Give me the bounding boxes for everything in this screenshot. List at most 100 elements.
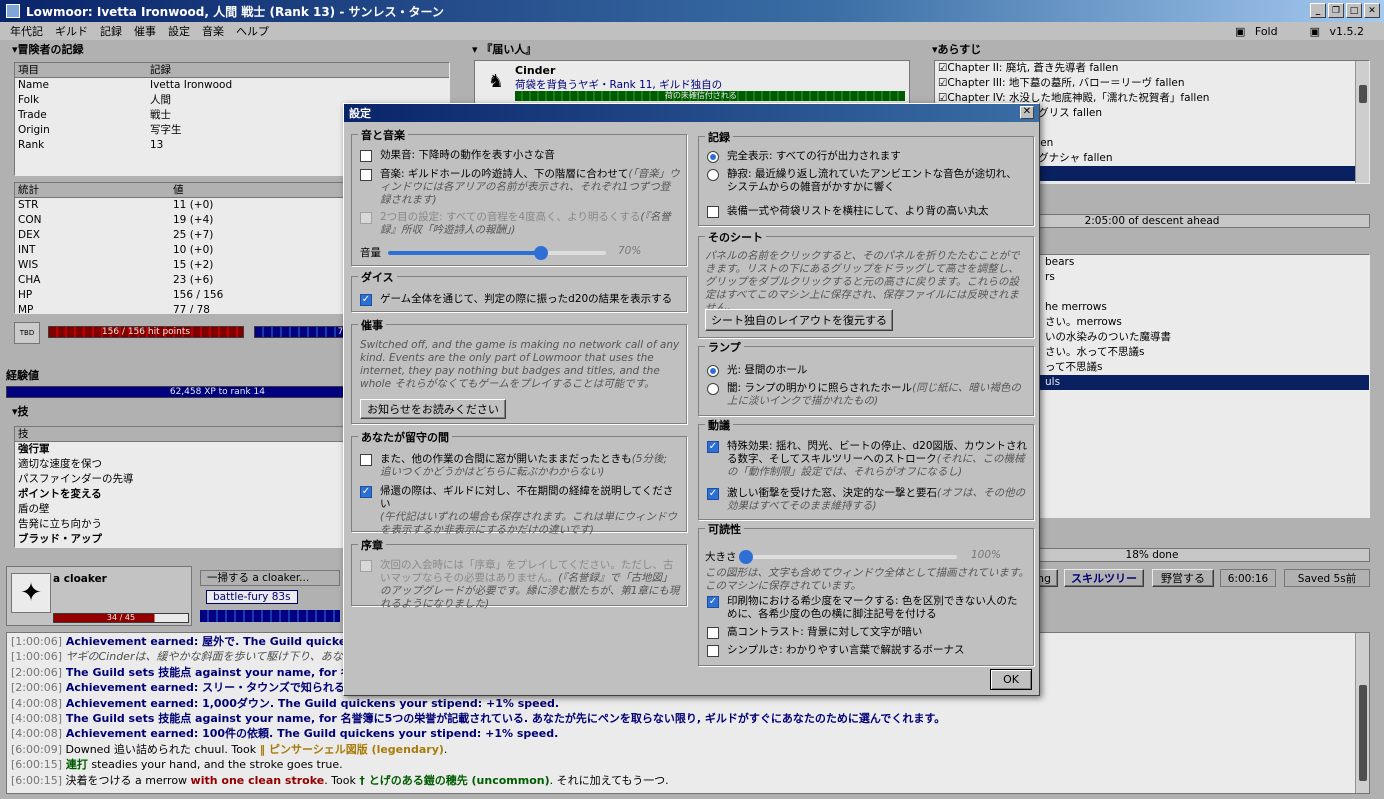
contrast-label: 高コントラスト: 背景に対して文字が暗い xyxy=(727,626,923,638)
absence-label-1: また、他の作業の合間に窓が開いたままだったときも xyxy=(380,453,632,465)
restore-layout-button[interactable]: シート独自のレイアウトを復元する xyxy=(705,309,893,331)
motion-group: 動議 ✓ 特殊効果: 揺れ、閃光、ビートの停止、d20図版、カウントされる数字、そ… xyxy=(698,417,1034,520)
size-slider[interactable] xyxy=(739,550,957,564)
ok-button[interactable]: OK xyxy=(990,669,1032,690)
lamp-dark-option[interactable]: 闇: ランプの明かりに照らされたホール(同じ紙に、暗い褐色の上に淡いインクで描か… xyxy=(707,382,1027,408)
absence-note-2: (午代記はいずれの場合も保存されます。これは単にウィンドウを表示するか非表示にす… xyxy=(380,511,678,536)
version-label: ▣ v1.5.2 xyxy=(1309,24,1365,38)
record-layout-checkbox[interactable] xyxy=(707,206,719,218)
sheet-group-title: そのシート xyxy=(705,229,766,245)
motion-shake-checkbox[interactable]: ✓ xyxy=(707,488,719,500)
music-label: 音楽: ギルドホールの吟遊詩人、下の階層に合わせて xyxy=(380,168,629,180)
motion-fx-checkbox[interactable]: ✓ xyxy=(707,441,719,453)
sfx-checkbox[interactable] xyxy=(360,150,372,162)
close-icon[interactable]: ✕ xyxy=(1364,3,1380,18)
size-value: 100% xyxy=(971,549,1002,561)
app-icon xyxy=(6,4,20,18)
menu-events[interactable]: 催事 xyxy=(134,23,156,39)
sfx-option[interactable]: 効果音: 下降時の動作を表す小さな音 xyxy=(360,149,680,162)
fold-label: Fold xyxy=(1254,24,1278,38)
absence-label-2: 帰還の際は、ギルドに対し、不在期間の経緯を説明してください xyxy=(380,485,674,510)
lamp-light-radio[interactable] xyxy=(707,365,719,377)
lamp-light-label: 光: 昼間のホール xyxy=(727,364,808,376)
music-option[interactable]: 音楽: ギルドホールの吟遊詩人、下の階層に合わせて(「音楽」ウィンドウには各アリ… xyxy=(360,168,680,207)
lamp-light-option[interactable]: 光: 昼間のホール xyxy=(707,364,1027,377)
lamp-dark-label: 闇: ランプの明かりに照らされたホール xyxy=(727,382,913,394)
menu-music[interactable]: 音楽 xyxy=(202,23,224,39)
motion-shake-label: 激しい衝撃を受けた窓、決定的な一撃と要石 xyxy=(727,487,937,499)
motion-group-title: 動議 xyxy=(705,417,733,433)
record-quiet-label: 静寂: 最近繰り返し流れていたアンビエントな音色が途切れ、システムからの雑音がか… xyxy=(727,168,1017,193)
prologue-checkbox xyxy=(360,560,372,572)
dice-group-title: ダイス xyxy=(358,269,397,285)
menu-record[interactable]: 記録 xyxy=(100,23,122,39)
fold-button[interactable]: ▣ Fold xyxy=(1235,25,1284,38)
menu-settings[interactable]: 設定 xyxy=(168,23,190,39)
lamp-dark-radio[interactable] xyxy=(707,383,719,395)
sound-group: 音と音楽 効果音: 下降時の動作を表す小さな音 音楽: ギルドホールの吟遊詩人、… xyxy=(351,127,687,266)
events-text: Switched off, and the game is making no … xyxy=(360,339,680,390)
absence-group-title: あなたが留守の間 xyxy=(358,429,452,445)
title-bar: Lowmoor: Ivetta Ironwood, 人間 戦士 (Rank 13… xyxy=(0,0,1384,22)
record-layout-option[interactable]: 装備一式や荷袋リストを横柱にして、より背の高い丸太 xyxy=(707,205,1027,218)
dice-option[interactable]: ✓ ゲーム全体を通じて、判定の際に振ったd20の結果を表示する xyxy=(360,293,680,306)
dialog-titlebar: 設定 ✕ xyxy=(344,104,1039,122)
size-note: この図形は、文字も含めてウィンドウ全体として描画されています。このマシンに保存さ… xyxy=(705,567,1029,592)
window-title: Lowmoor: Ivetta Ironwood, 人間 戦士 (Rank 13… xyxy=(26,4,444,19)
absence-checkbox-1[interactable] xyxy=(360,454,372,466)
dice-group: ダイス ✓ ゲーム全体を通じて、判定の際に振ったd20の結果を表示する xyxy=(351,269,687,312)
rarity-option[interactable]: ✓ 印刷物における希少度をマークする: 色を区別できない人のために、各希少度の色の… xyxy=(707,595,1027,621)
maximize-icon[interactable]: □ xyxy=(1346,3,1362,18)
simple-label: シンプルさ: わかりやすい言葉で解説するボーナス xyxy=(727,644,965,656)
restore-icon[interactable]: ❐ xyxy=(1328,3,1344,18)
second-label: 2つ目の設定: すべての音程を4度高く、より明るくする xyxy=(380,211,641,223)
rarity-label: 印刷物における希少度をマークする: 色を区別できない人のために、各希少度の色の横… xyxy=(727,595,1018,620)
rarity-checkbox[interactable]: ✓ xyxy=(707,596,719,608)
dialog-title: 設定 xyxy=(349,107,371,120)
absence-option-1[interactable]: また、他の作業の合間に窓が開いたままだったときも(5分後; 追いつくかどうかはど… xyxy=(360,453,680,479)
volume-slider[interactable] xyxy=(388,246,606,260)
music-checkbox[interactable] xyxy=(360,169,372,181)
motion-fx-option[interactable]: ✓ 特殊効果: 揺れ、閃光、ビートの停止、d20図版、カウントされる数字、そしてス… xyxy=(707,440,1027,479)
absence-group: あなたが留守の間 また、他の作業の合間に窓が開いたままだったときも(5分後; 追… xyxy=(351,429,687,536)
readability-group: 可読性 大きさ 100% この図形は、文字も含めてウィンドウ全体として描画されて… xyxy=(698,521,1034,666)
record-full-radio[interactable] xyxy=(707,151,719,163)
sfx-label: 効果音: 下降時の動作を表す小さな音 xyxy=(380,149,555,161)
volume-label: 音量 xyxy=(360,247,381,259)
record-quiet-option[interactable]: 静寂: 最近繰り返し流れていたアンビエントな音色が途切れ、システムからの雑音がか… xyxy=(707,168,1027,194)
events-group-title: 催事 xyxy=(358,317,386,333)
sound-group-title: 音と音楽 xyxy=(358,127,408,143)
absence-checkbox-2[interactable]: ✓ xyxy=(360,486,372,498)
read-notices-button[interactable]: お知らせをお読みください xyxy=(360,399,506,419)
second-option: 2つ目の設定: すべての音程を4度高く、より明るくする(『名誉録』所収「吟遊詩人… xyxy=(360,211,680,237)
simple-checkbox[interactable] xyxy=(707,645,719,657)
size-label: 大きさ xyxy=(705,551,737,563)
contrast-option[interactable]: 高コントラスト: 背景に対して文字が暗い xyxy=(707,626,1027,639)
absence-option-2[interactable]: ✓ 帰還の際は、ギルドに対し、不在期間の経緯を説明してください (午代記はいずれの場… xyxy=(360,485,680,537)
lamp-group: ランプ 光: 昼間のホール 闇: ランプの明かりに照らされたホール(同じ紙に、暗… xyxy=(698,339,1034,416)
record-quiet-radio[interactable] xyxy=(707,169,719,181)
record-full-option[interactable]: 完全表示: すべての行が出力されます xyxy=(707,150,1027,163)
menu-bar: 年代記 ギルド 記録 催事 設定 音楽 ヘルプ ▣ Fold ▣ v1.5.2 xyxy=(0,22,1384,40)
prologue-option: 次回の入会時には「序章」をプレイしてください。ただし、古いマップならその必要はあ… xyxy=(360,559,680,611)
dialog-close-icon[interactable]: ✕ xyxy=(1020,106,1034,119)
menu-guild[interactable]: ギルド xyxy=(55,23,88,39)
prologue-group: 序章 次回の入会時には「序章」をプレイしてください。ただし、古いマップならその必… xyxy=(351,537,687,610)
dice-label: ゲーム全体を通じて、判定の際に振ったd20の結果を表示する xyxy=(380,293,673,305)
sheet-group: そのシート パネルの名前をクリックすると、そのパネルを折りたたむことができます。… xyxy=(698,229,1034,338)
record-group: 記録 完全表示: すべての行が出力されます 静寂: 最近繰り返し流れていたアンビ… xyxy=(698,129,1034,226)
record-full-label: 完全表示: すべての行が出力されます xyxy=(727,150,901,162)
record-group-title: 記録 xyxy=(705,129,733,145)
contrast-checkbox[interactable] xyxy=(707,627,719,639)
simple-option[interactable]: シンプルさ: わかりやすい言葉で解説するボーナス xyxy=(707,644,1027,657)
menu-help[interactable]: ヘルプ xyxy=(236,23,269,39)
motion-shake-option[interactable]: ✓ 激しい衝撃を受けた窓、決定的な一撃と要石(オフは、その他の効果はすべてそのまま… xyxy=(707,487,1027,513)
readability-group-title: 可読性 xyxy=(705,521,744,537)
minimize-icon[interactable]: _ xyxy=(1310,3,1326,18)
version-text: v1.5.2 xyxy=(1329,24,1365,38)
dice-checkbox[interactable]: ✓ xyxy=(360,294,372,306)
settings-dialog: 設定 ✕ 音と音楽 効果音: 下降時の動作を表す小さな音 音楽: ギルドホールの… xyxy=(343,103,1040,696)
second-checkbox xyxy=(360,212,372,224)
menu-chronicle[interactable]: 年代記 xyxy=(10,23,43,39)
prologue-group-title: 序章 xyxy=(358,537,386,553)
